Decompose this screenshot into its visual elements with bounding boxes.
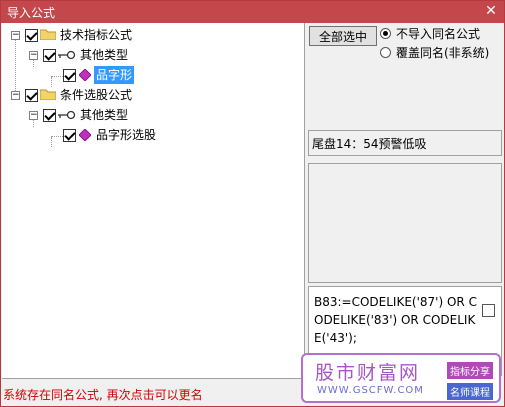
tree-node-label: 条件选股公式	[60, 88, 133, 102]
select-all-button[interactable]: 全部选中	[309, 26, 377, 46]
collapse-toggle[interactable]: −	[29, 51, 38, 60]
tree-line	[51, 137, 52, 147]
tree-node-label: 其他类型	[80, 108, 129, 122]
import-formula-dialog: 导入公式 ✕ − 技术指标公式 − 其他类型 品字形 − 条件选股公式 − 其他…	[0, 0, 505, 407]
other-types-checkbox[interactable]	[43, 49, 56, 62]
site-watermark-logo: 股市财富网 WWW.GSCFW.COM 指标分享 名师课程	[301, 353, 501, 403]
code-option-checkbox[interactable]	[482, 304, 495, 317]
pinzixing-screening-checkbox[interactable]	[63, 129, 76, 142]
tree-line	[15, 37, 16, 97]
formula-description-box: 尾盘14：54预警低吸	[308, 130, 502, 156]
tree-line	[51, 76, 63, 77]
key-icon	[58, 110, 76, 120]
tree-line	[51, 136, 63, 137]
status-message: 系统存在同名公式, 再次点击可以更名	[3, 388, 203, 402]
window-title: 导入公式	[7, 6, 56, 20]
tree-node-label: 技术指标公式	[60, 28, 133, 42]
radio-skip-label: 不导入同名公式	[396, 27, 481, 41]
watermark-tag-course: 名师课程	[447, 383, 493, 400]
collapse-toggle[interactable]: −	[11, 91, 20, 100]
tech-indicators-checkbox[interactable]	[25, 29, 38, 42]
key-icon	[58, 50, 76, 60]
other-types-2-checkbox[interactable]	[43, 109, 56, 122]
collapse-toggle[interactable]: −	[29, 111, 38, 120]
formula-notes-area	[308, 163, 502, 283]
collapse-toggle[interactable]: −	[11, 31, 20, 40]
close-icon[interactable]: ✕	[482, 2, 500, 20]
radio-overwrite-label: 覆盖同名(非系统)	[396, 46, 490, 60]
title-bar: 导入公式 ✕	[1, 1, 504, 23]
tree-node-label: 品字形	[94, 66, 135, 84]
formula-gem-icon	[79, 129, 91, 141]
watermark-title: 股市财富网	[315, 362, 421, 384]
folder-icon	[40, 89, 56, 100]
radio-skip-indicator[interactable]	[380, 28, 391, 39]
tree-line	[51, 77, 52, 87]
radio-overwrite-indicator[interactable]	[380, 47, 391, 58]
stock-screening-checkbox[interactable]	[25, 89, 38, 102]
watermark-tag-share: 指标分享	[447, 362, 493, 379]
tree-node-label: 其他类型	[80, 48, 129, 62]
formula-code-text: B83:=CODELIKE('87') OR CODELIKE('83') OR…	[314, 295, 477, 345]
formula-gem-icon	[79, 69, 91, 81]
formula-description: 尾盘14：54预警低吸	[312, 137, 427, 151]
folder-icon	[40, 29, 56, 40]
options-pane: 全部选中 不导入同名公式 覆盖同名(非系统) 尾盘14：54预警低吸 B83:=…	[306, 23, 504, 378]
watermark-url: WWW.GSCFW.COM	[317, 385, 424, 396]
formula-tree[interactable]: − 技术指标公式 − 其他类型 品字形 − 条件选股公式 − 其他类型 品字形选…	[2, 23, 305, 379]
pinzixing-checkbox[interactable]	[63, 69, 76, 82]
tree-node-label: 品字形选股	[96, 128, 157, 142]
